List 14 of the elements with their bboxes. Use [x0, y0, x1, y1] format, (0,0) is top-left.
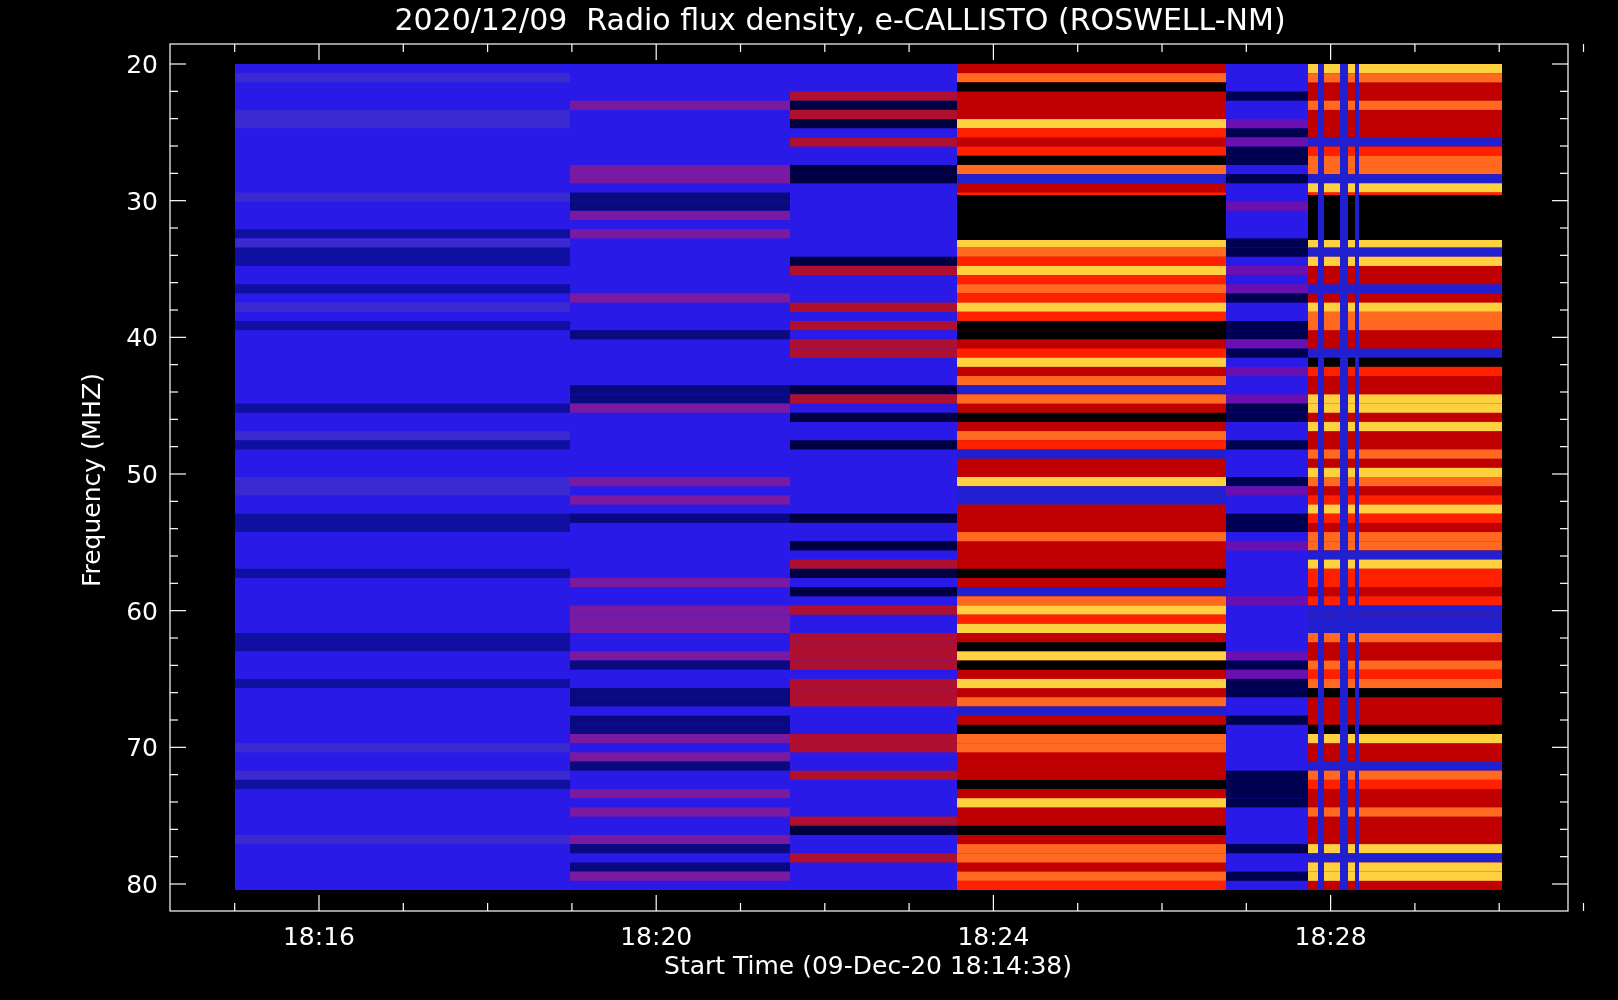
chart-title: 2020/12/09 Radio flux density, e-CALLISTO (ROSWELL-NM)	[394, 2, 1286, 37]
y-tick-label: 20	[126, 50, 158, 79]
y-tick-label: 60	[126, 596, 158, 626]
x-tick-label: 18:24	[957, 922, 1030, 951]
y-tick-label: 70	[126, 733, 158, 763]
y-tick-label: 40	[126, 323, 158, 353]
y-axis-label: Frequency (MHZ)	[77, 372, 106, 588]
x-tick-label: 18:20	[620, 922, 693, 951]
x-tick-label: 18:28	[1294, 922, 1367, 951]
y-tick-label: 50	[126, 460, 158, 489]
y-tick-label: 30	[126, 186, 158, 216]
y-tick-label: 80	[126, 870, 158, 899]
x-tick-label: 18:16	[283, 922, 355, 951]
x-axis-label: Start Time (09-Dec-20 18:14:38)	[664, 951, 1072, 980]
